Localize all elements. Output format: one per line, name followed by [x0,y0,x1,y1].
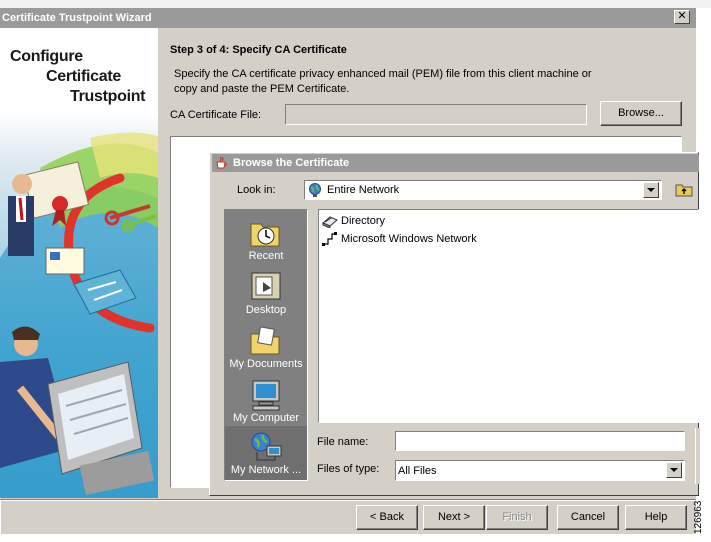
place-label: My Documents [229,358,303,370]
close-icon: ✕ [677,10,687,22]
my-documents-icon [250,326,280,355]
files-of-type-label: Files of type: [317,463,380,475]
place-label: Recent [248,250,284,262]
files-of-type-value: All Files [398,465,437,477]
windows-network-icon [322,232,337,246]
files-of-type-select[interactable]: All Files [395,460,685,481]
directory-icon [322,216,338,228]
place-my-computer[interactable]: My Computer [225,374,307,428]
place-my-documents[interactable]: My Documents [225,320,307,374]
file-name: Microsoft Windows Network [341,233,477,245]
look-in-value: Entire Network [327,184,400,196]
top-strip [0,0,711,8]
window-title: Certificate Trustpoint Wizard [2,12,152,24]
entire-network-icon [309,183,321,197]
ca-certificate-file-input[interactable] [285,104,587,125]
footer-divider-highlight [0,500,696,501]
place-label: My Network ... [230,464,302,476]
place-label: Desktop [245,304,287,316]
dialog-button-edge [695,428,700,484]
browse-button[interactable]: Browse... [600,101,682,126]
file-name-label: File name: [317,436,369,448]
banner-heading-configure: Configure [10,48,83,65]
file-name-input[interactable] [395,431,685,451]
file-name: Directory [341,215,386,227]
browse-dialog-titlebar: Browse the Certificate [212,154,699,172]
help-button[interactable]: Help [625,505,687,530]
figure-id: 126963 [693,500,704,534]
look-in-label: Look in: [237,184,276,196]
up-one-level-icon[interactable] [674,180,694,198]
look-in-dropdown-icon[interactable] [643,182,659,198]
my-computer-icon [252,380,280,411]
browse-dialog-title: Browse the Certificate [233,157,350,169]
desktop-icon [251,272,281,300]
java-cup-icon [216,156,227,169]
wizard-titlebar: Certificate Trustpoint Wizard [0,8,696,28]
cancel-button[interactable]: Cancel [557,505,619,530]
step-title: Step 3 of 4: Specify CA Certificate [170,44,347,56]
place-desktop[interactable]: Desktop [225,266,307,320]
look-in-select[interactable]: Entire Network [304,180,662,200]
ca-certificate-file-label: CA Certificate File: [170,109,262,121]
close-button[interactable]: ✕ [674,10,690,24]
recent-folder-icon [250,223,280,247]
finish-button[interactable]: Finish [486,505,548,530]
my-network-icon [251,432,282,461]
banner-heading-trustpoint: Trustpoint [70,88,146,105]
banner-heading-certificate: Certificate [46,68,121,85]
places-bar: Recent Desktop My Documents My Computer [224,209,308,481]
next-button[interactable]: Next > [423,505,485,530]
step-description: Specify the CA certificate privacy enhan… [174,68,592,95]
files-of-type-dropdown-icon[interactable] [666,462,682,478]
place-label: My Computer [232,412,300,424]
back-button[interactable]: < Back [356,505,418,530]
place-my-network[interactable]: My Network ... [225,426,307,480]
file-list: Directory Microsoft Windows Network [318,209,699,423]
place-recent[interactable]: Recent [225,212,307,266]
